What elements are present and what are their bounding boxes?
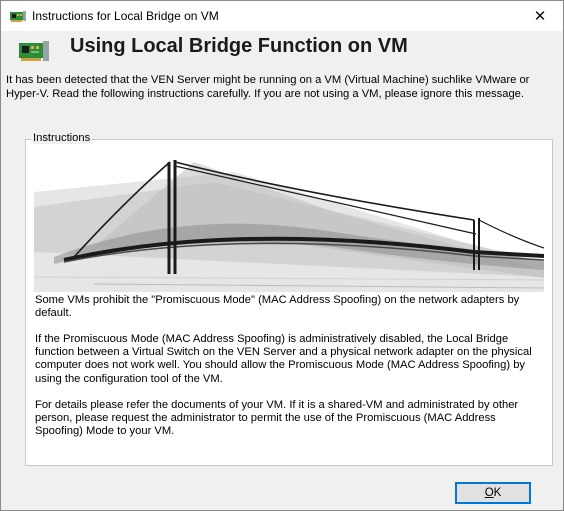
ok-button[interactable]: OK bbox=[455, 482, 531, 504]
network-adapter-icon bbox=[10, 11, 26, 22]
window-title: Instructions for Local Bridge on VM bbox=[32, 9, 219, 23]
ok-label-rest: K bbox=[493, 487, 502, 499]
bridge-illustration bbox=[34, 160, 544, 292]
intro-text: It has been detected that the VEN Server… bbox=[6, 74, 530, 100]
page-title: Using Local Bridge Function on VM bbox=[70, 35, 408, 57]
instruction-paragraph-3: For details please refer the documents o… bbox=[35, 399, 519, 438]
title-bar[interactable]: Instructions for Local Bridge on VM ✕ bbox=[1, 1, 563, 31]
ok-mnemonic: O bbox=[484, 487, 494, 499]
instruction-paragraph-2: If the Promiscuous Mode (MAC Address Spo… bbox=[35, 333, 532, 385]
dialog-window: Instructions for Local Bridge on VM ✕ Us… bbox=[0, 0, 564, 511]
close-button[interactable]: ✕ bbox=[517, 1, 563, 31]
instructions-group-label: Instructions bbox=[31, 132, 93, 144]
close-icon: ✕ bbox=[533, 8, 547, 25]
instructions-group: Some VMs prohibit the "Promiscuous Mode"… bbox=[25, 139, 553, 466]
instruction-paragraph-1: Some VMs prohibit the "Promiscuous Mode"… bbox=[35, 294, 520, 320]
network-adapter-icon bbox=[19, 41, 49, 61]
